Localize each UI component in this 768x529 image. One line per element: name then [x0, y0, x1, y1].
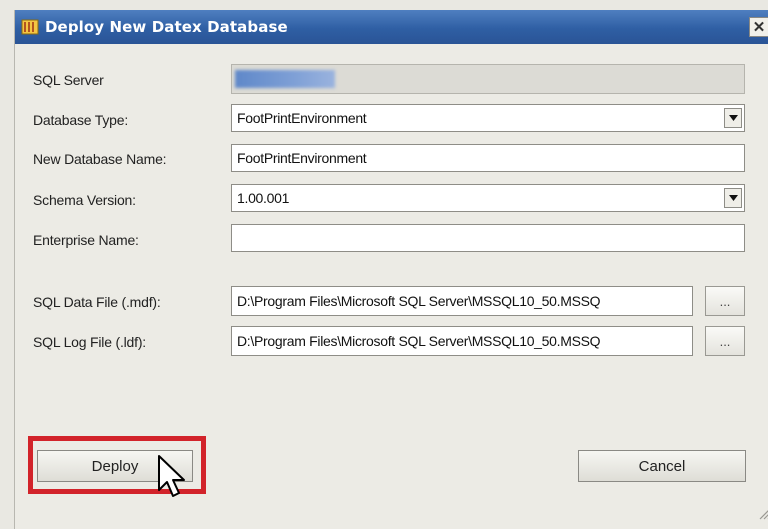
dropdown-arrow-icon[interactable]: [724, 108, 742, 128]
sql-data-file-value: D:\Program Files\Microsoft SQL Server\MS…: [237, 293, 601, 309]
dropdown-arrow-icon[interactable]: [724, 188, 742, 208]
schema-version-select[interactable]: 1.00.001: [231, 184, 745, 212]
sql-log-file-input[interactable]: D:\Program Files\Microsoft SQL Server\MS…: [231, 326, 693, 356]
new-database-name-value: FootPrintEnvironment: [237, 150, 367, 166]
database-type-select[interactable]: FootPrintEnvironment: [231, 104, 745, 132]
new-database-name-input[interactable]: FootPrintEnvironment: [231, 144, 745, 172]
sql-data-file-label: SQL Data File (.mdf):: [33, 294, 161, 310]
mouse-cursor-icon: [156, 454, 190, 505]
sql-data-file-input[interactable]: D:\Program Files\Microsoft SQL Server\MS…: [231, 286, 693, 316]
sql-server-label: SQL Server: [33, 72, 104, 88]
window-title: Deploy New Datex Database: [45, 18, 288, 36]
close-icon: ✕: [752, 19, 766, 36]
sql-log-file-browse-button[interactable]: ...: [705, 326, 745, 356]
close-button[interactable]: ✕: [749, 17, 768, 37]
enterprise-name-input[interactable]: [231, 224, 745, 252]
resize-grip-icon[interactable]: [758, 506, 768, 525]
new-database-name-label: New Database Name:: [33, 151, 167, 167]
sql-data-file-browse-button[interactable]: ...: [705, 286, 745, 316]
database-type-value: FootPrintEnvironment: [237, 110, 367, 126]
sql-log-file-label: SQL Log File (.ldf):: [33, 334, 146, 350]
cancel-button[interactable]: Cancel: [578, 450, 746, 482]
app-icon: [21, 18, 39, 36]
database-type-label: Database Type:: [33, 112, 129, 128]
enterprise-name-label: Enterprise Name:: [33, 232, 139, 248]
schema-version-label: Schema Version:: [33, 192, 136, 208]
schema-version-value: 1.00.001: [237, 190, 290, 206]
sql-server-field: [231, 64, 745, 94]
blurred-server-name-icon: [235, 70, 335, 88]
title-bar[interactable]: Deploy New Datex Database ✕: [15, 10, 768, 44]
sql-log-file-value: D:\Program Files\Microsoft SQL Server\MS…: [237, 333, 601, 349]
